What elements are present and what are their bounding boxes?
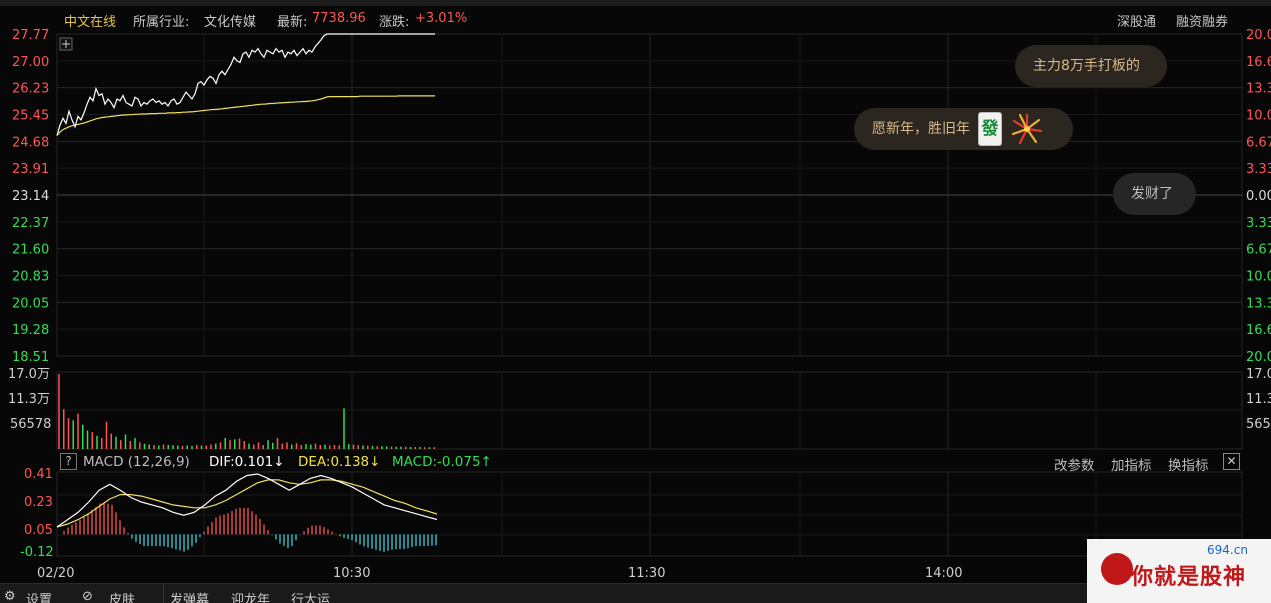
danmaku-tab[interactable]: 发弹幕 [170, 589, 209, 603]
macd-axis-label: -0.12 [20, 545, 54, 560]
volume-axis-label-right: 11.3 [1246, 392, 1271, 407]
dragon-year-tab[interactable]: 迎龙年 [231, 589, 270, 603]
settings-button[interactable]: 设置 [26, 589, 52, 603]
danmaku-bubble-newyear: 愿新年，胜旧年 發 [854, 108, 1073, 150]
pct-axis-label: 16.6 [1246, 323, 1271, 338]
volume-axis-label: 56578 [10, 417, 51, 432]
time-axis-label: 11:30 [628, 566, 665, 581]
help-button[interactable]: ? [60, 453, 77, 470]
time-axis-label: 02/20 [37, 566, 74, 581]
skin-icon[interactable]: ⊘ [82, 589, 93, 603]
volume-axis-label-right: 17.0 [1246, 367, 1271, 382]
time-axis-label: 10:30 [333, 566, 370, 581]
crosshair-plus-icon [59, 37, 73, 51]
price-axis-label: 18.51 [12, 350, 49, 365]
price-axis-label: 27.00 [12, 55, 49, 70]
pct-axis-label: 10.0 [1246, 270, 1271, 285]
macd-value: MACD:-0.075↑ [392, 454, 492, 470]
mahjong-fa-icon: 發 [978, 112, 1002, 146]
danmaku-bubble: 主力8万手打板的 [1015, 45, 1167, 87]
price-axis-label: 27.77 [12, 28, 49, 43]
pct-axis-label: 16.6 [1246, 55, 1271, 70]
gear-icon[interactable]: ⚙ [4, 589, 16, 603]
watermark-site: 694.cn [1207, 543, 1248, 557]
toolbar-divider [163, 584, 164, 603]
pct-axis-label: 20.0 [1246, 350, 1271, 365]
close-indicator-button[interactable]: ✕ [1223, 453, 1240, 470]
price-axis-label: 24.68 [12, 135, 49, 150]
pct-axis-label: 6.67 [1246, 135, 1271, 150]
danmaku-bubble: 发财了 [1113, 173, 1196, 215]
firework-icon [1010, 112, 1044, 146]
pct-axis-label: 13.3 [1246, 296, 1271, 311]
pct-axis-label: 6.67 [1246, 243, 1271, 258]
site-watermark: 你就是股神 694.cn [1087, 539, 1271, 603]
price-axis-label: 21.60 [12, 243, 49, 258]
macd-axis-label: 0.23 [24, 495, 53, 510]
intraday-chart[interactable]: 27.77 27.00 26.23 25.45 24.68 23.91 23.14 22.37… [0, 0, 1271, 603]
macd-dif-value: DIF:0.101↓ [209, 454, 285, 470]
volume-axis-label-right: 565 [1246, 417, 1271, 432]
macd-dea-value: DEA:0.138↓ [298, 454, 381, 470]
volume-axis-label: 17.0万 [8, 367, 50, 382]
edit-params-button[interactable]: 改参数 [1054, 454, 1095, 474]
watermark-text: 你就是股神 [1131, 565, 1247, 590]
price-axis-label: 22.37 [12, 216, 49, 231]
danmaku-text: 发财了 [1131, 186, 1173, 202]
danmaku-text: 愿新年，胜旧年 [872, 121, 970, 137]
pct-axis-label: 10.0 [1246, 109, 1271, 124]
pct-axis-label: 3.33 [1246, 216, 1271, 231]
switch-indicator-button[interactable]: 换指标 [1168, 454, 1209, 474]
macd-axis-label: 0.05 [24, 523, 53, 538]
price-axis-label: 19.28 [12, 323, 49, 338]
pct-axis-label: 20.0 [1246, 28, 1271, 43]
price-axis-label: 20.05 [12, 296, 49, 311]
watermark-logo-icon [1101, 553, 1133, 585]
price-axis-label: 26.23 [12, 82, 49, 97]
macd-indicator-bar: ? MACD (12,26,9) DIF:0.101↓ DEA:0.138↓ M… [57, 451, 1242, 474]
good-luck-tab[interactable]: 行大运 [291, 589, 330, 603]
danmaku-text: 主力8万手打板的 [1033, 58, 1140, 74]
pct-axis-label: 0.00 [1246, 189, 1271, 204]
price-axis-label: 23.14 [12, 189, 49, 204]
skin-button[interactable]: 皮肤 [109, 589, 135, 603]
macd-name: MACD (12,26,9) [83, 454, 190, 470]
bottom-toolbar: ⚙ 设置 ⊘ 皮肤 发弹幕 迎龙年 行大运 [0, 583, 1271, 603]
pct-axis-label: 13.3 [1246, 82, 1271, 97]
time-axis-label: 14:00 [925, 566, 962, 581]
avg-price-line [56, 95, 435, 136]
price-axis-label: 20.83 [12, 270, 49, 285]
add-indicator-button[interactable]: 加指标 [1111, 454, 1152, 474]
price-axis-label: 23.91 [12, 162, 49, 177]
pct-axis-label: 3.33 [1246, 162, 1271, 177]
price-line [56, 33, 435, 136]
dif-line [56, 473, 438, 528]
volume-axis-label: 11.3万 [8, 392, 50, 407]
macd-axis-label: 0.41 [24, 467, 53, 482]
price-axis-label: 25.45 [12, 109, 49, 124]
